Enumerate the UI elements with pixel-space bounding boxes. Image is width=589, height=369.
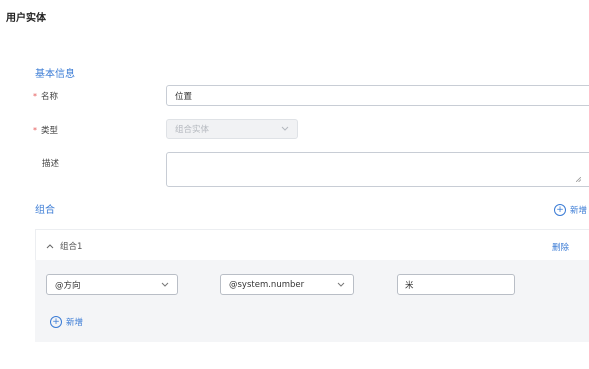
name-input-value: 位置 — [175, 91, 193, 102]
description-textarea[interactable] — [166, 152, 589, 187]
group-header: 组合1 删除 — [35, 229, 589, 260]
entity-select-value: @system.number — [229, 279, 305, 290]
group-collapse-toggle[interactable]: 组合1 — [46, 240, 82, 252]
group-panel: 组合1 删除 @方向 @system.number 米 + 新增 — [35, 229, 589, 342]
unit-input-value: 米 — [405, 280, 414, 291]
chevron-down-icon — [281, 125, 289, 133]
field-select-value: @方向 — [55, 280, 81, 291]
delete-group-button[interactable]: 删除 — [552, 241, 569, 253]
add-row-label: 新增 — [66, 318, 84, 328]
group-title: 组合1 — [60, 242, 83, 252]
unit-input[interactable]: 米 — [397, 274, 515, 295]
type-label-text: 类型 — [41, 126, 59, 136]
add-group-label: 新增 — [570, 206, 588, 216]
resize-handle-icon[interactable] — [575, 176, 582, 184]
section-title-basic-info: 基本信息 — [35, 69, 75, 80]
section-title-group: 组合 — [35, 205, 55, 216]
add-row-button[interactable]: + 新增 — [50, 316, 83, 328]
name-label-text: 名称 — [41, 92, 59, 102]
name-label: * 名称 — [33, 90, 58, 102]
entity-select[interactable]: @system.number — [220, 274, 354, 295]
type-select-value: 组合实体 — [175, 125, 210, 135]
add-group-button[interactable]: + 新增 — [554, 204, 587, 216]
plus-circle-icon: + — [50, 316, 62, 328]
chevron-up-icon — [46, 242, 54, 251]
chevron-down-icon — [161, 281, 169, 289]
required-mark: * — [33, 126, 37, 135]
plus-circle-icon: + — [554, 204, 566, 216]
name-input[interactable]: 位置 — [166, 85, 589, 106]
type-label: * 类型 — [33, 124, 58, 136]
required-mark: * — [33, 92, 37, 101]
chevron-down-icon — [337, 281, 345, 289]
field-select[interactable]: @方向 — [46, 274, 178, 295]
description-label: 描述 — [42, 159, 60, 169]
page-title: 用户实体 — [6, 13, 46, 24]
type-select[interactable]: 组合实体 — [166, 119, 298, 139]
